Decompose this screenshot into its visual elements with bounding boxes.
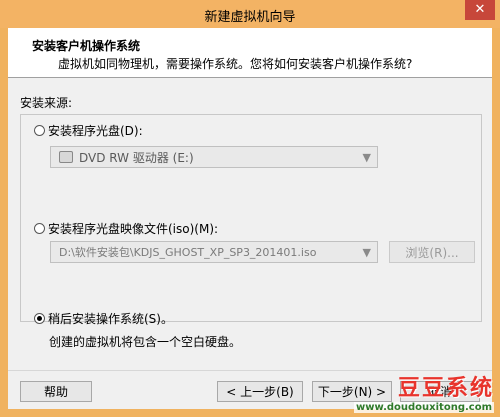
page-subtitle: 虚拟机如同物理机，需要操作系统。您将如何安装客户机操作系统? (58, 57, 413, 71)
wizard-body: 安装客户机操作系统 虚拟机如同物理机，需要操作系统。您将如何安装客户机操作系统?… (8, 28, 492, 409)
install-later-description: 创建的虚拟机将包含一个空白硬盘。 (49, 335, 242, 349)
page-title: 安装客户机操作系统 (32, 39, 141, 53)
install-source-label: 安装来源: (20, 96, 73, 110)
iso-path-value: D:\软件安装包\KDJS_GHOST_XP_SP3_201401.iso (59, 246, 317, 259)
watermark-title: 豆豆系统 (397, 376, 494, 401)
radio-iso-image[interactable]: 安装程序光盘映像文件(iso)(M): (34, 220, 218, 237)
browse-button[interactable]: 浏览(R)... (389, 241, 475, 263)
close-icon: ✕ (474, 2, 486, 17)
drive-select-value: DVD RW 驱动器 (E:) (79, 150, 194, 165)
radio-dot-iso[interactable] (34, 223, 45, 234)
radio-installer-disc-label: 安装程序光盘(D): (48, 124, 143, 138)
dvd-drive-icon (59, 151, 73, 163)
radio-iso-image-label: 安装程序光盘映像文件(iso)(M): (48, 222, 219, 236)
radio-install-later-label: 稍后安装操作系统(S)。 (48, 312, 173, 326)
chevron-down-icon: ▼ (362, 151, 371, 164)
drive-select[interactable]: DVD RW 驱动器 (E:) ▼ (50, 146, 378, 168)
title-bar: 新建虚拟机向导 ✕ (0, 0, 500, 28)
back-button[interactable]: < 上一步(B) (217, 381, 303, 402)
wizard-header: 安装客户机操作系统 虚拟机如同物理机，需要操作系统。您将如何安装客户机操作系统? (8, 28, 492, 78)
radio-dot-later[interactable] (34, 313, 45, 324)
watermark-url: www.doudouxitong.com (354, 402, 494, 413)
window-title: 新建虚拟机向导 (204, 10, 296, 25)
radio-install-later[interactable]: 稍后安装操作系统(S)。 (34, 310, 173, 327)
radio-dot-disc[interactable] (34, 125, 45, 136)
close-button[interactable]: ✕ (465, 0, 495, 20)
help-button[interactable]: 帮助 (20, 381, 92, 402)
chevron-down-icon: ▼ (362, 246, 371, 259)
watermark-logo: 豆豆系统 www.doudouxitong.com (354, 370, 494, 413)
iso-path-field[interactable]: D:\软件安装包\KDJS_GHOST_XP_SP3_201401.iso ▼ (50, 241, 378, 263)
radio-installer-disc[interactable]: 安装程序光盘(D): (34, 122, 143, 139)
